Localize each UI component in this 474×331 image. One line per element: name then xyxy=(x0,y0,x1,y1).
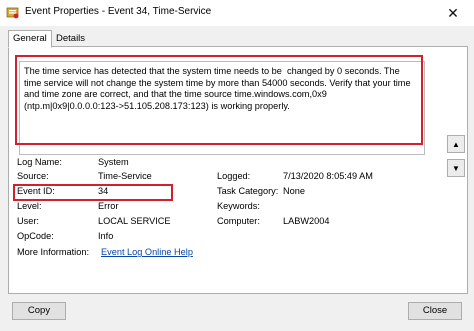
more-information-label: More Information: xyxy=(17,247,89,257)
level-value: Error xyxy=(98,201,119,211)
opcode-label: OpCode: xyxy=(17,231,54,241)
logged-label: Logged: xyxy=(217,171,251,181)
close-window-button[interactable]: ✕ xyxy=(432,0,474,26)
window-title: Event Properties - Event 34, Time-Servic… xyxy=(25,6,212,17)
previous-event-button[interactable]: ▲ xyxy=(447,135,465,153)
event-id-label: Event ID: xyxy=(17,186,55,196)
task-category-label: Task Category: xyxy=(217,186,279,196)
computer-label: Computer: xyxy=(217,216,260,226)
keywords-label: Keywords: xyxy=(217,201,260,211)
event-log-online-help-link[interactable]: Event Log Online Help xyxy=(101,247,193,257)
event-viewer-icon xyxy=(6,7,19,19)
up-arrow-icon: ▲ xyxy=(452,139,460,149)
level-label: Level: xyxy=(17,201,42,211)
log-name-value: System xyxy=(98,157,129,167)
next-event-button[interactable]: ▼ xyxy=(447,159,465,177)
description-box[interactable]: The time service has detected that the s… xyxy=(19,61,425,155)
user-value: LOCAL SERVICE xyxy=(98,216,171,226)
general-tab-panel: The time service has detected that the s… xyxy=(8,46,468,294)
log-name-label: Log Name: xyxy=(17,157,62,167)
tab-details[interactable]: Details xyxy=(52,32,89,46)
tab-general[interactable]: General xyxy=(8,30,52,48)
title-bar: Event Properties - Event 34, Time-Servic… xyxy=(0,0,474,26)
source-value: Time-Service xyxy=(98,171,152,181)
opcode-value: Info xyxy=(98,231,114,241)
logged-value: 7/13/2020 8:05:49 AM xyxy=(283,171,373,181)
close-button[interactable]: Close xyxy=(408,302,462,320)
down-arrow-icon: ▼ xyxy=(452,163,460,173)
close-icon: ✕ xyxy=(447,4,459,21)
task-category-value: None xyxy=(283,186,305,196)
user-label: User: xyxy=(17,216,39,226)
computer-value: LABW2004 xyxy=(283,216,330,226)
copy-button[interactable]: Copy xyxy=(12,302,66,320)
source-label: Source: xyxy=(17,171,49,181)
event-properties-window: Event Properties - Event 34, Time-Servic… xyxy=(0,0,474,331)
event-description: The time service has detected that the s… xyxy=(24,66,414,111)
event-id-value: 34 xyxy=(98,186,109,196)
